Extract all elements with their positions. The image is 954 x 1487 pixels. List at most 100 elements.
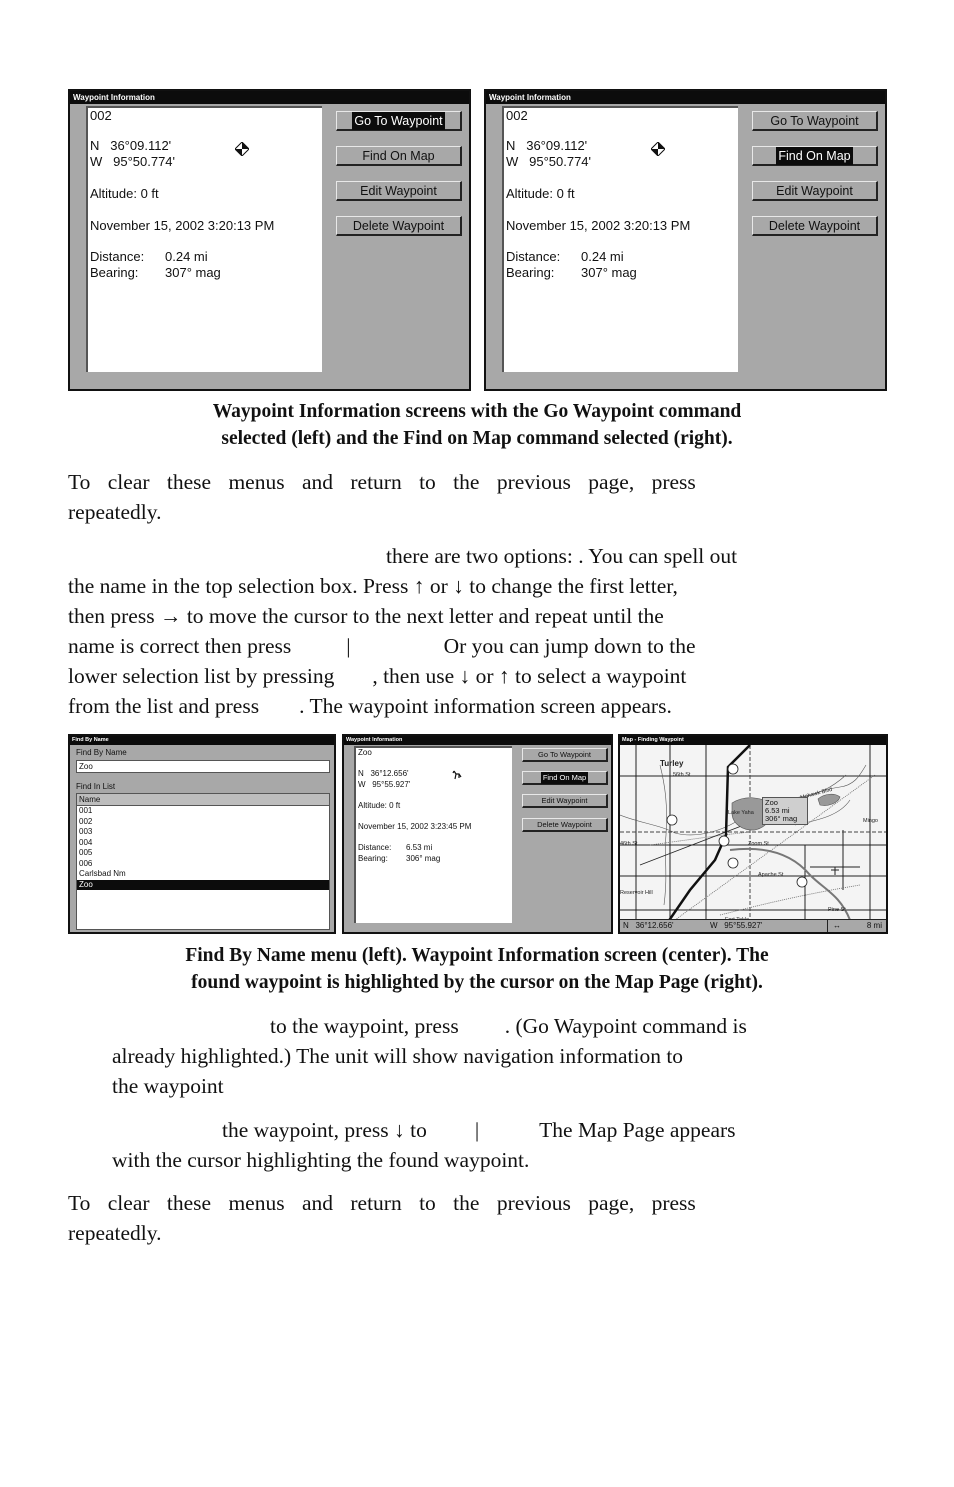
waypoint-longitude: W 95°50.774' [506,154,592,169]
map-label-street: 46th St [620,841,638,847]
paragraph-line: the waypoint [112,1074,224,1098]
map-label-place: Reservoir Hill [620,890,653,896]
list-item-selected[interactable]: Zoo [77,879,329,890]
waypoint-altitude: Altitude: 0 ft [90,186,159,201]
paragraph-line: To clear these menus and return to the p… [68,1191,696,1215]
bearing-label: Bearing: [358,854,388,863]
screen-title: Find By Name [70,736,334,745]
map-label-town: Turley [660,759,684,768]
waypoint-altitude: Altitude: 0 ft [506,186,575,201]
waypoint-details-panel: Zoo N 36°12.656' W 95°55.927' Altitude: … [354,746,512,923]
distance-label: Distance: [506,249,561,264]
paragraph-line: the name in the top selection box. Press… [68,574,678,598]
text-fragment: from the list and press [68,694,260,718]
list-item[interactable]: 003 [77,827,329,838]
name-input[interactable]: Zoo [76,760,330,773]
paragraph-line: name is correct then press | Or you can ju… [68,631,888,661]
waypoint-datetime: November 15, 2002 3:20:13 PM [506,218,691,233]
text-fragment: the waypoint, press ↓ to [222,1118,427,1142]
distance-value: 0.24 mi [165,249,208,264]
paragraph-line: the waypoint, press ↓ to | The Map Page ap… [68,1115,888,1145]
go-to-waypoint-button[interactable]: Go To Waypoint [336,111,462,131]
find-on-map-button[interactable]: Find On Map [336,146,462,166]
bearing-label: Bearing: [506,265,555,280]
bearing-label: Bearing: [90,265,139,280]
animal-waypoint-icon [452,770,462,780]
waypoint-latitude: N 36°12.656' [358,769,409,778]
diamond-waypoint-icon [651,142,665,156]
screen-title: Waypoint Information [344,736,611,745]
waypoint-longitude: W 95°50.774' [90,154,176,169]
caption-line: found waypoint is highlighted by the cur… [191,972,763,993]
list-item[interactable]: 004 [77,838,329,849]
list-item[interactable]: 002 [77,817,329,828]
find-by-name-label: Find By Name [76,748,127,757]
find-on-map-button[interactable]: Find On Map [522,771,608,785]
map-canvas[interactable]: Turley 56th St Lake Yaha Mohawk Blvd Zoo… [620,745,886,923]
airport-icon [831,867,839,875]
screen-title: Map - Finding Waypoint [620,736,886,745]
text-fragment: , then use ↓ or ↑ to select a waypoint [372,664,687,688]
waypoint-altitude: Altitude: 0 ft [358,801,401,810]
waypoint-name: 002 [90,108,112,123]
map-label-place: Mingo [863,818,878,824]
go-to-waypoint-button[interactable]: Go To Waypoint [522,748,608,762]
paragraph-line: with the cursor highlighting the found w… [112,1148,530,1172]
paragraph-line: there are two options: . You can spell o… [386,544,738,568]
paragraph-line: to the waypoint, press . (Go Waypoint com… [68,1011,888,1041]
cursor-latitude: N 36°12.656' [623,921,674,930]
paragraph-line: already highlighted.) The unit will show… [112,1044,684,1068]
edit-waypoint-button[interactable]: Edit Waypoint [752,181,878,201]
paragraph-line: lower selection list by pressing , then u… [68,661,888,691]
instruction-paragraph-find-by-name: there are two options: . You can spell o… [68,541,888,721]
find-in-list-label: Find In List [76,782,116,791]
text-fragment: . (Go Waypoint command is [504,1014,747,1038]
text-fragment: . The waypoint information screen appear… [299,694,672,718]
go-to-waypoint-button[interactable]: Go To Waypoint [752,111,878,131]
edit-waypoint-button[interactable]: Edit Waypoint [522,794,608,808]
find-by-name-screen: Find By Name Find By Name Zoo Find In Li… [68,734,336,934]
list-item[interactable]: Carlsbad Nm [77,869,329,880]
caption-line: Waypoint Information screens with the Go… [212,401,742,422]
text-fragment: lower selection list by pressing [68,664,335,688]
list-item[interactable]: 006 [77,859,329,870]
list-item[interactable]: 001 [77,806,329,817]
caption-line: Find By Name menu (left). Waypoint Infor… [185,945,769,966]
bearing-value: 307° mag [165,265,221,280]
waypoint-datetime: November 15, 2002 3:23:45 PM [358,822,472,831]
waypoint-name: 002 [506,108,528,123]
highway-shield [718,835,730,847]
waypoint-info-screen-right: Waypoint Information 002 N 36°09.112' W … [484,89,887,391]
waypoint-name: Zoo [358,748,372,757]
edit-waypoint-button[interactable]: Edit Waypoint [336,181,462,201]
screen-title: Waypoint Information [486,91,885,104]
map-screen: Map - Finding Waypoint Turley 56th St La… [618,734,888,934]
bearing-value: 307° mag [581,265,637,280]
highway-shield [727,763,739,775]
waypoint-datetime: November 15, 2002 3:20:13 PM [90,218,275,233]
map-label-lake: Lake Yaha [728,810,754,816]
find-on-map-button[interactable]: Find On Map [752,146,878,166]
list-item[interactable]: 005 [77,848,329,859]
delete-waypoint-button[interactable]: Delete Waypoint [752,216,878,236]
highway-shield [666,814,678,826]
map-label-street: Pine St [828,907,846,913]
figure-2-caption: Find By Name menu (left). Waypoint Infor… [60,942,894,996]
waypoint-info-screen-left: Waypoint Information 002 N 36°09.112' W … [68,89,471,391]
paragraph-line: repeatedly. [68,1221,162,1245]
paragraph-line: To clear these menus and return to the p… [68,470,696,494]
highway-shield [796,876,808,888]
key-separator: | [346,634,351,658]
delete-waypoint-button[interactable]: Delete Waypoint [336,216,462,236]
distance-value: 6.53 mi [406,843,433,852]
distance-label: Distance: [90,249,145,264]
paragraph-line: repeatedly. [68,500,162,524]
screen-title: Waypoint Information [70,91,469,104]
scale-value: 8 mi [866,921,882,930]
horizontal-arrows-icon: ↔ [833,921,841,930]
map-label-street: Zoom St [748,841,769,847]
text-fragment: to the waypoint, press [270,1014,459,1038]
delete-waypoint-button[interactable]: Delete Waypoint [522,818,608,832]
instruction-paragraph-clear-menus: To clear these menus and return to the p… [68,467,888,527]
figure-1-caption: Waypoint Information screens with the Go… [60,398,894,452]
